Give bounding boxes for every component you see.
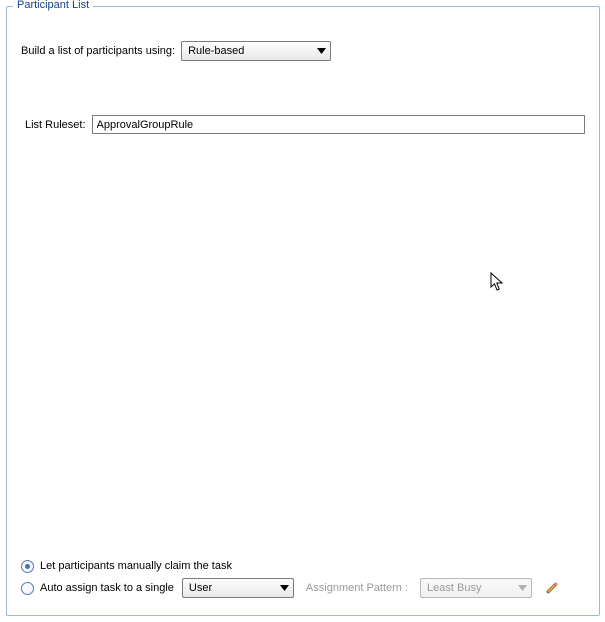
assignment-block: Let participants manually claim the task… xyxy=(21,555,587,599)
ruleset-input[interactable] xyxy=(92,115,585,134)
participant-list-panel: Participant List Build a list of partici… xyxy=(6,6,600,616)
assignment-pattern-label: Assignment Pattern : xyxy=(306,582,408,594)
auto-assign-extras: User Assignment Pattern : Least Busy xyxy=(182,578,560,598)
manual-claim-label: Let participants manually claim the task xyxy=(40,560,232,572)
auto-target-value: User xyxy=(189,582,212,594)
build-method-dropdown[interactable]: Rule-based xyxy=(181,41,331,61)
radio-row-auto: Auto assign task to a single User Assign… xyxy=(21,577,587,599)
chevron-down-icon xyxy=(280,585,289,591)
ruleset-row: List Ruleset: xyxy=(25,115,585,134)
auto-assign-label: Auto assign task to a single xyxy=(40,582,174,594)
chevron-down-icon xyxy=(518,585,527,591)
build-row: Build a list of participants using: Rule… xyxy=(21,41,331,61)
auto-assign-radio[interactable] xyxy=(21,582,34,595)
assignment-pattern-value: Least Busy xyxy=(427,582,481,594)
edit-pattern-icon[interactable] xyxy=(544,580,560,596)
assignment-pattern-dropdown[interactable]: Least Busy xyxy=(420,578,532,598)
build-label: Build a list of participants using: xyxy=(21,45,175,57)
manual-claim-radio[interactable] xyxy=(21,560,34,573)
panel-legend: Participant List xyxy=(13,0,93,11)
build-method-value: Rule-based xyxy=(188,45,244,57)
ruleset-label: List Ruleset: xyxy=(25,119,86,131)
chevron-down-icon xyxy=(317,48,326,54)
auto-target-dropdown[interactable]: User xyxy=(182,578,294,598)
radio-row-manual: Let participants manually claim the task xyxy=(21,555,587,577)
